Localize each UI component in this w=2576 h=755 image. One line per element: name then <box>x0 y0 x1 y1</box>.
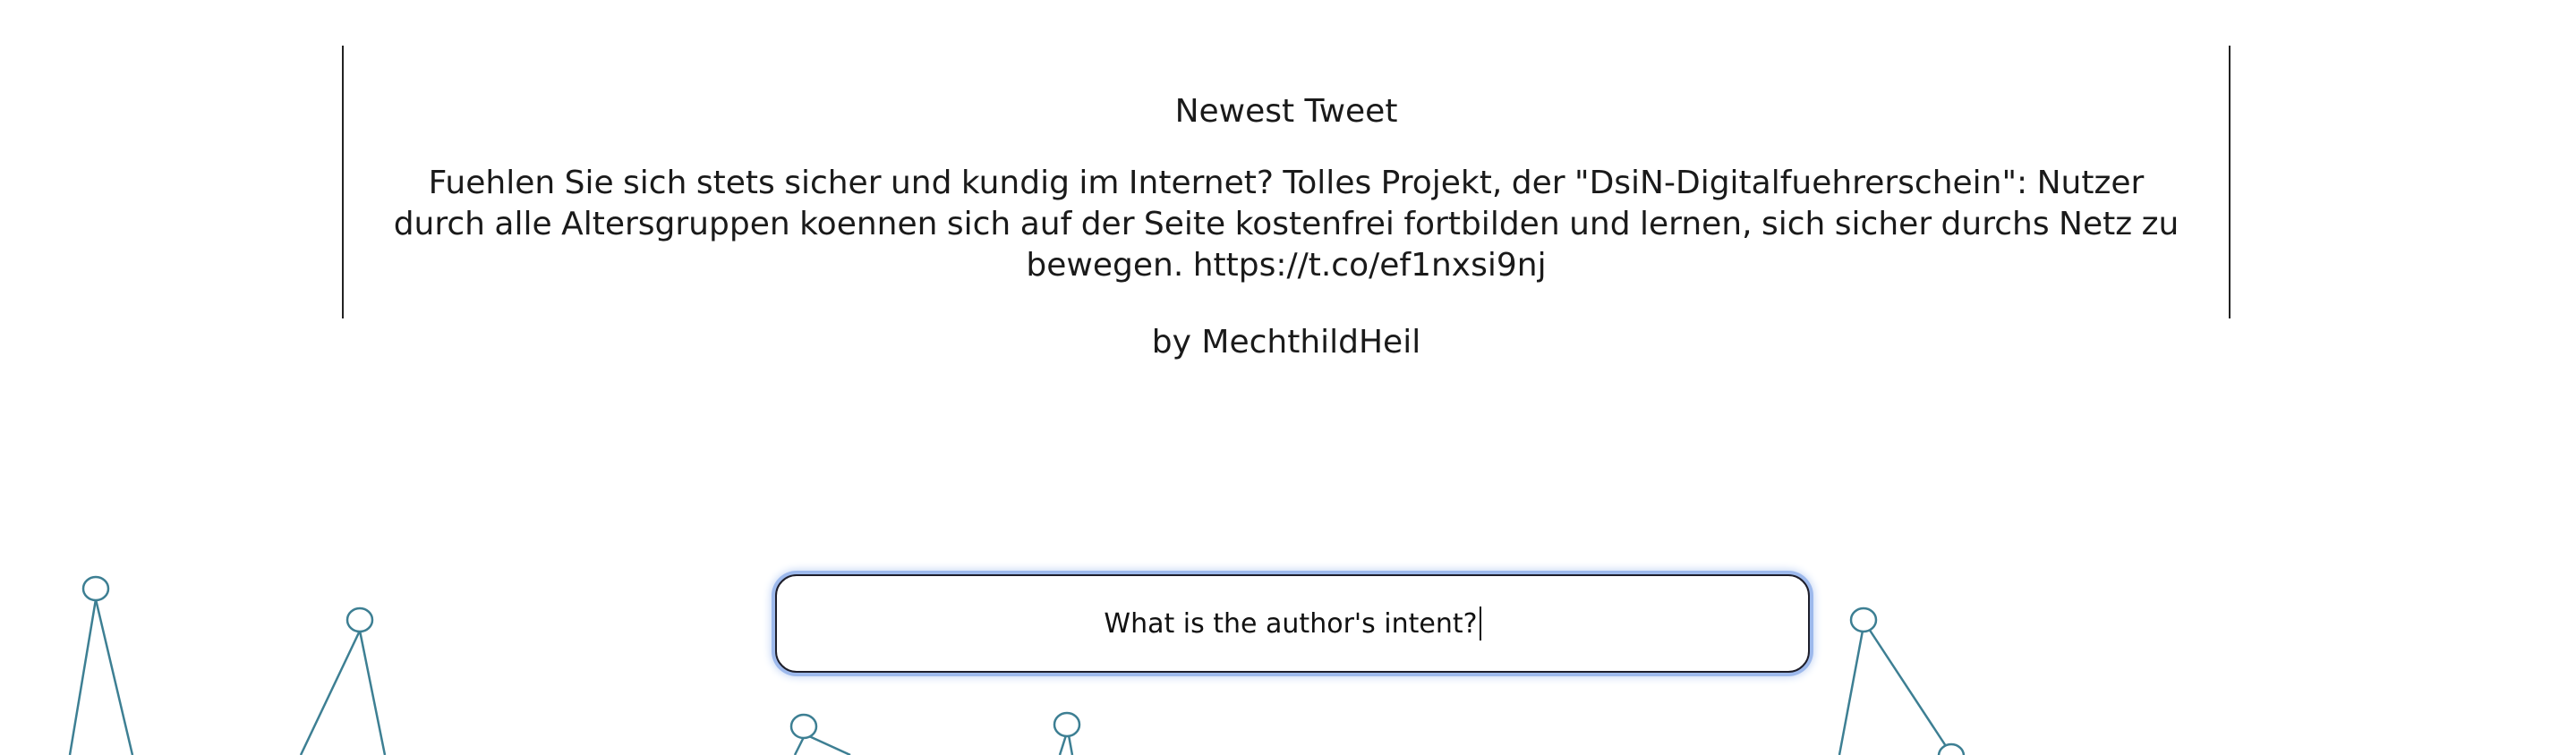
graph-node <box>789 713 818 740</box>
graph-edge <box>793 736 806 755</box>
graph-edge <box>1867 628 1948 747</box>
graph-node <box>1849 607 1878 633</box>
graph-edge <box>808 734 851 755</box>
graph-node <box>1053 711 1081 738</box>
graph-edge <box>299 630 362 755</box>
graph-node <box>81 575 110 602</box>
tweet-text: Fuehlen Sie sich stets sicher und kundig… <box>393 165 2179 284</box>
question-input-box[interactable]: What is the author's intent? <box>775 574 1810 673</box>
tweet-panel: Newest Tweet Fuehlen Sie sich stets sich… <box>342 46 2231 361</box>
graph-edge <box>1067 734 1074 755</box>
graph-edge <box>68 598 98 755</box>
graph-edge <box>1838 630 1864 755</box>
graph-edge <box>358 630 387 755</box>
question-input[interactable]: What is the author's intent? <box>1104 608 1477 640</box>
graph-edge <box>94 598 134 755</box>
graph-node <box>1937 742 1966 755</box>
text-cursor <box>1479 607 1481 640</box>
tweet-author: by MechthildHeil <box>1151 324 1421 361</box>
tweet-heading: Newest Tweet <box>1174 93 1398 130</box>
graph-edge <box>1058 734 1068 755</box>
page: Newest Tweet Fuehlen Sie sich stets sich… <box>0 0 2576 755</box>
graph-node <box>345 607 374 633</box>
